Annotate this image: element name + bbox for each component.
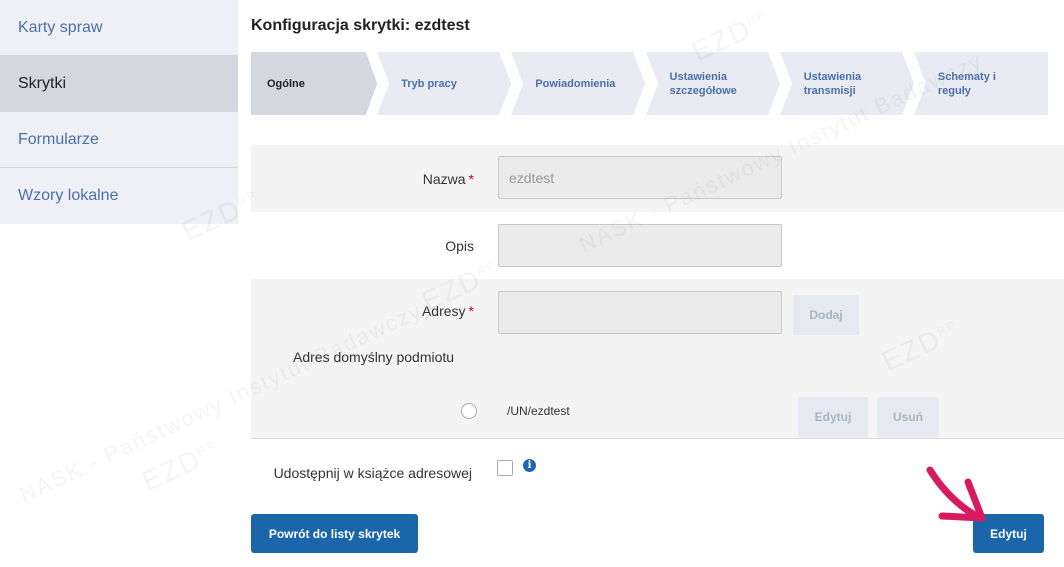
step-ustawienia-szczegolowe[interactable]: Ustawienia szczegółowe — [645, 52, 780, 115]
delete-address-button[interactable]: Usuń — [877, 397, 939, 437]
wizard-steps: Ogólne Tryb pracy Powiadomienia Ustawien… — [251, 52, 1049, 115]
share-checkbox[interactable] — [497, 460, 513, 476]
default-address-heading: Adres domyślny podmiotu — [293, 349, 455, 365]
address-input[interactable] — [498, 291, 782, 334]
required-marker: * — [468, 303, 474, 319]
name-label: Nazwa * — [422, 171, 474, 187]
edit-address-button[interactable]: Edytuj — [798, 397, 868, 437]
step-schematy-i-reguly-label: Schematy i reguły — [937, 70, 996, 97]
sidebar-item-karty-spraw[interactable]: Karty spraw — [0, 0, 238, 56]
required-marker: * — [468, 171, 474, 187]
sidebar-item-skrytki[interactable]: Skrytki — [0, 56, 238, 112]
add-address-button[interactable]: Dodaj — [793, 295, 859, 335]
name-row: Nazwa * — [251, 145, 1064, 212]
sidebar-item-formularze[interactable]: Formularze — [0, 112, 238, 168]
sidebar: Karty spraw Skrytki Formularze Wzory lok… — [0, 0, 238, 224]
address-entry: /UN/ezdtest — [507, 404, 570, 418]
addresses-row: Adresy * Dodaj Adres domyślny podmiotu /U… — [251, 279, 1064, 439]
step-tryb-pracy[interactable]: Tryb pracy — [377, 52, 512, 115]
share-label: Udostępnij w książce adresowej — [273, 465, 472, 481]
sidebar-item-wzory-lokalne[interactable]: Wzory lokalne — [0, 168, 238, 224]
description-row: Opis — [251, 212, 1064, 279]
step-tryb-pracy-label: Tryb pracy — [401, 77, 457, 90]
step-ogolne-label: Ogólne — [267, 77, 305, 90]
page-title: Konfiguracja skrytki: ezdtest — [251, 17, 470, 34]
back-to-list-button[interactable]: Powrót do listy skrytek — [251, 514, 418, 553]
step-ustawienia-szczegolowe-label: Ustawienia szczegółowe — [669, 70, 737, 97]
addresses-label: Adresy * — [421, 303, 474, 319]
default-address-radio[interactable] — [461, 403, 477, 419]
description-input[interactable] — [498, 224, 782, 267]
annotation-arrow-icon — [926, 466, 986, 522]
step-powiadomienia-label: Powiadomienia — [535, 77, 616, 90]
step-ustawienia-transmisji[interactable]: Ustawienia transmisji — [779, 52, 914, 115]
step-powiadomienia[interactable]: Powiadomienia — [511, 52, 646, 115]
description-label: Opis — [445, 238, 474, 254]
step-schematy-i-reguly[interactable]: Schematy i reguły — [913, 52, 1049, 115]
step-ogolne[interactable]: Ogólne — [251, 52, 378, 115]
info-icon[interactable]: i — [523, 459, 536, 472]
name-input[interactable] — [498, 156, 782, 199]
config-form: Nazwa* Opis Adresy* Dodaj Adres domyślny… — [251, 145, 1064, 505]
step-ustawienia-transmisji-label: Ustawienia transmisji — [803, 70, 862, 97]
